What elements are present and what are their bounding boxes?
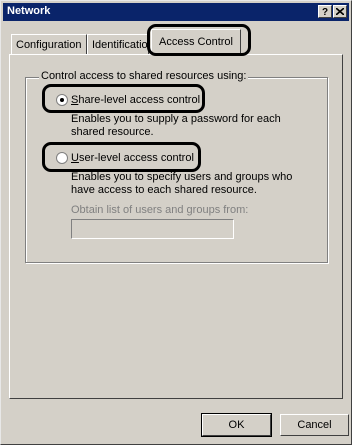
user-level-accelerator: U (71, 152, 79, 164)
user-level-radio[interactable] (56, 152, 68, 164)
user-level-label-rest: ser-level access control (78, 152, 194, 164)
share-level-description: Enables you to supply a password for eac… (71, 113, 281, 138)
radio-selected-dot (60, 98, 64, 102)
group-label: Control access to shared resources using… (39, 70, 249, 82)
obtain-list-label: Obtain list of users and groups from: (71, 204, 249, 216)
user-level-label[interactable]: User-level access control (71, 152, 194, 164)
title-bar[interactable]: Network ? (3, 3, 349, 21)
tab-access-control[interactable]: Access Control (151, 29, 241, 55)
share-level-label[interactable]: Share-level access control (71, 94, 200, 106)
share-level-radio[interactable] (56, 94, 68, 106)
help-button[interactable]: ? (318, 5, 332, 18)
window-title: Network (7, 5, 51, 17)
close-button[interactable] (333, 5, 347, 18)
tab-configuration[interactable]: Configuration (11, 34, 87, 54)
share-level-label-rest: hare-level access control (78, 94, 201, 106)
close-icon (336, 8, 344, 15)
tab-identification[interactable]: Identificatio (87, 34, 149, 54)
obtain-list-input[interactable] (71, 219, 234, 239)
network-dialog: Network ? Configuration Identificatio Ac… (0, 0, 352, 445)
ok-button[interactable]: OK (201, 413, 272, 437)
cancel-button[interactable]: Cancel (280, 414, 349, 436)
user-level-description: Enables you to specify users and groups … (71, 171, 293, 196)
